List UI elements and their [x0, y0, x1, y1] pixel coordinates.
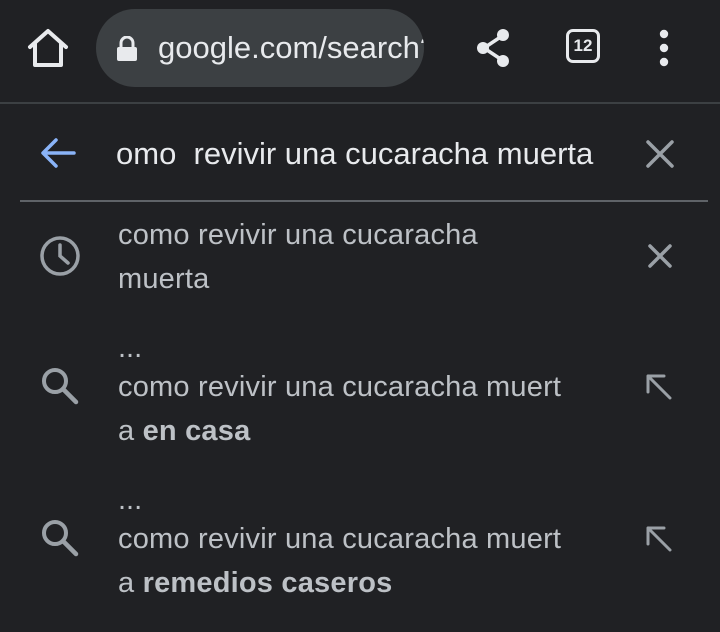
home-icon: [28, 29, 68, 67]
clear-search-button[interactable]: [640, 134, 680, 174]
more-vert-icon: [659, 29, 669, 67]
suggestion-ellipsis: ...: [118, 332, 143, 364]
url-text: google.com/search?q=como+revivir+una+cuc…: [158, 31, 424, 65]
close-icon: [648, 244, 672, 268]
home-button[interactable]: [24, 24, 72, 72]
suggestion-line: como revivir una cucaracha muert: [118, 371, 562, 403]
suggestion-completion: remedios caseros: [142, 567, 393, 599]
browser-toolbar: google.com/search?q=como+revivir+una+cuc…: [0, 0, 720, 104]
search-icon: [42, 368, 79, 405]
search-row: [0, 106, 720, 200]
suggestion-line: a remedios caseros: [118, 561, 618, 605]
suggestion-ellipsis: ...: [118, 484, 143, 516]
tab-count: 12: [573, 36, 593, 55]
share-button[interactable]: [470, 24, 518, 72]
share-icon: [477, 29, 509, 67]
suggestion-line: como revivir una cucaracha: [118, 219, 478, 251]
back-button[interactable]: [38, 133, 78, 173]
arrow-up-left-icon: [646, 374, 672, 400]
arrow-back-icon: [41, 138, 76, 168]
search-input[interactable]: [116, 134, 616, 174]
history-clock-icon: [40, 236, 80, 276]
close-icon: [646, 140, 674, 168]
suggestion-search[interactable]: ... como revivir una cucaracha muert a e…: [0, 330, 720, 460]
delete-suggestion-button[interactable]: [640, 236, 680, 276]
tab-switcher-icon: 12: [566, 29, 600, 63]
refine-query-button[interactable]: [640, 520, 680, 560]
suggestion-text: como revivir una cucaracha muerta: [118, 213, 618, 301]
suggestion-prefix: a: [118, 415, 143, 447]
suggestion-line: como revivir una cucaracha muert: [118, 523, 562, 555]
suggestion-completion: en casa: [142, 415, 251, 447]
tab-switcher-button[interactable]: 12: [561, 24, 605, 68]
arrow-up-left-icon: [646, 526, 672, 552]
search-icon: [42, 520, 79, 557]
more-menu-button[interactable]: [648, 24, 680, 72]
address-bar[interactable]: google.com/search?q=como+revivir+una+cuc…: [96, 9, 424, 87]
lock-icon: [117, 36, 137, 61]
suggestion-text: como revivir una cucaracha muert a remed…: [118, 517, 618, 605]
suggestion-line: muerta: [118, 263, 210, 295]
suggestion-text: como revivir una cucaracha muert a en ca…: [118, 365, 618, 453]
refine-query-button[interactable]: [640, 368, 680, 408]
suggestion-line: a en casa: [118, 409, 618, 453]
suggestion-prefix: a: [118, 567, 143, 599]
suggestion-search[interactable]: ... como revivir una cucaracha muert a r…: [0, 482, 720, 612]
divider: [20, 200, 708, 202]
suggestion-history[interactable]: como revivir una cucaracha muerta: [0, 210, 720, 310]
